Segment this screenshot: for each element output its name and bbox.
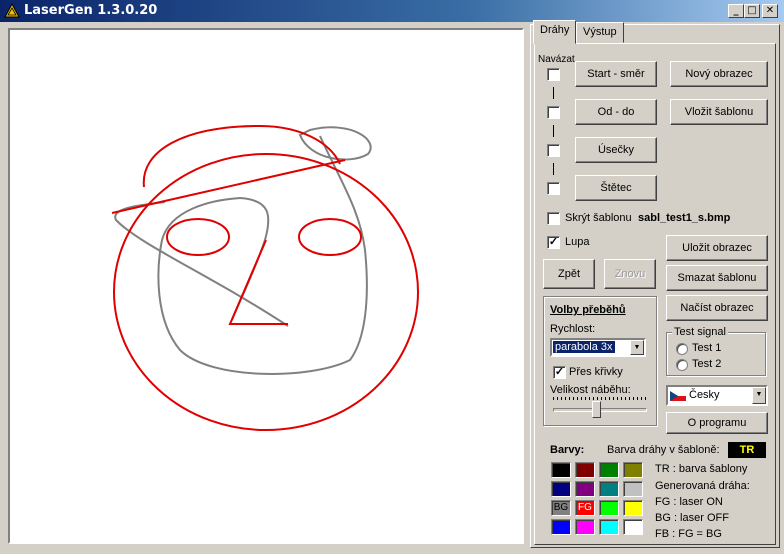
skryt-sablonu-label: Skrýt šablonu [565, 212, 632, 224]
window-title: LaserGen 1.3.0.20 [24, 3, 158, 18]
language-value: Česky [689, 389, 720, 401]
color-swatch[interactable] [599, 481, 619, 497]
navazat-checkbox-3[interactable] [547, 144, 560, 157]
color-swatch[interactable] [623, 519, 643, 535]
znovu-button[interactable]: Znovu [604, 259, 656, 289]
legend-bg: BG : laser OFF [655, 512, 729, 524]
rychlost-selected-value: parabola 3x [553, 341, 615, 353]
usecky-button[interactable]: Úsečky [575, 137, 657, 163]
zpet-button[interactable]: Zpět [543, 259, 595, 289]
chevron-down-icon[interactable]: ▼ [752, 387, 766, 404]
link-line [553, 125, 554, 137]
rychlost-select[interactable]: parabola 3x ▼ [550, 338, 646, 357]
ulozit-obrazec-button[interactable]: Uložit obrazec [666, 235, 768, 261]
template-color-label: Barva dráhy v šabloně: [607, 444, 720, 456]
color-palette: BG FG [551, 462, 651, 542]
test2-radio[interactable] [676, 359, 688, 371]
maximize-button[interactable]: □ [744, 4, 760, 18]
template-color-swatch[interactable]: TR [728, 442, 766, 458]
color-swatch[interactable] [623, 481, 643, 497]
rychlost-label: Rychlost: [550, 323, 596, 335]
drawing-canvas[interactable] [8, 28, 524, 544]
pres-krivky-checkbox[interactable]: ✓ [553, 366, 566, 379]
navazat-label: Navázat [538, 54, 575, 65]
test-signal-title: Test signal [672, 326, 728, 338]
navazat-checkbox-4[interactable] [547, 182, 560, 195]
nacist-obrazec-button[interactable]: Načíst obrazec [666, 295, 768, 321]
navazat-checkbox-2[interactable] [547, 106, 560, 119]
color-swatch[interactable] [551, 519, 571, 535]
start-smer-button[interactable]: Start - směr [575, 61, 657, 87]
legend-tr: TR : barva šablony [655, 463, 748, 475]
czech-flag-icon [670, 391, 686, 401]
drawing-svg[interactable] [10, 30, 522, 542]
slider-ticks [553, 397, 647, 400]
color-swatch[interactable] [623, 462, 643, 478]
vlozit-sablonu-button[interactable]: Vložit šablonu [670, 99, 768, 125]
color-swatch[interactable]: FG [575, 500, 595, 516]
title-bar[interactable]: LaserGen 1.3.0.20 _ □ ✕ [0, 0, 784, 22]
legend-fb: FB : FG = BG [655, 528, 722, 540]
novy-obrazec-button[interactable]: Nový obrazec [670, 61, 768, 87]
tab-vystup[interactable]: Výstup [576, 22, 624, 43]
link-line [553, 163, 554, 175]
o-programu-button[interactable]: O programu [666, 412, 768, 434]
color-swatch[interactable] [599, 519, 619, 535]
tab-drahy[interactable]: Dráhy [533, 20, 577, 44]
test1-label: Test 1 [692, 342, 722, 354]
barvy-label: Barvy: [550, 444, 585, 456]
lupa-label: Lupa [565, 236, 590, 248]
color-swatch[interactable] [575, 462, 595, 478]
velikost-nabehu-slider[interactable] [553, 397, 647, 420]
test1-radio[interactable] [676, 343, 688, 355]
od-do-button[interactable]: Od - do [575, 99, 657, 125]
smazat-sablonu-button[interactable]: Smazat šablonu [666, 265, 768, 291]
chevron-down-icon[interactable]: ▼ [630, 340, 644, 355]
skryt-sablonu-checkbox[interactable] [547, 212, 560, 225]
color-swatch[interactable] [599, 462, 619, 478]
lupa-checkbox[interactable]: ✓ [547, 236, 560, 249]
color-swatch[interactable] [599, 500, 619, 516]
color-swatch[interactable] [551, 462, 571, 478]
stetec-button[interactable]: Štětec [575, 175, 657, 201]
minimize-button[interactable]: _ [728, 4, 744, 18]
navazat-checkbox-1[interactable] [547, 68, 560, 81]
app-icon [4, 3, 20, 18]
close-button[interactable]: ✕ [762, 4, 778, 18]
color-swatch[interactable] [551, 481, 571, 497]
link-line [553, 87, 554, 99]
volby-prebehu-title: Volby přeběhů [550, 304, 626, 316]
language-select[interactable]: Česky ▼ [666, 385, 768, 406]
legend-fg: FG : laser ON [655, 496, 723, 508]
color-swatch[interactable] [623, 500, 643, 516]
test2-label: Test 2 [692, 358, 722, 370]
pres-krivky-label: Přes křivky [569, 366, 623, 378]
velikost-nabehu-label: Velikost náběhu: [550, 384, 631, 396]
template-path [114, 126, 372, 375]
color-swatch[interactable] [575, 519, 595, 535]
color-swatch[interactable] [575, 481, 595, 497]
legend-generated: Generovaná dráha: [655, 480, 750, 492]
slider-thumb[interactable] [592, 401, 601, 418]
template-filename: sabl_test1_s.bmp [638, 212, 731, 224]
color-swatch[interactable]: BG [551, 500, 571, 516]
